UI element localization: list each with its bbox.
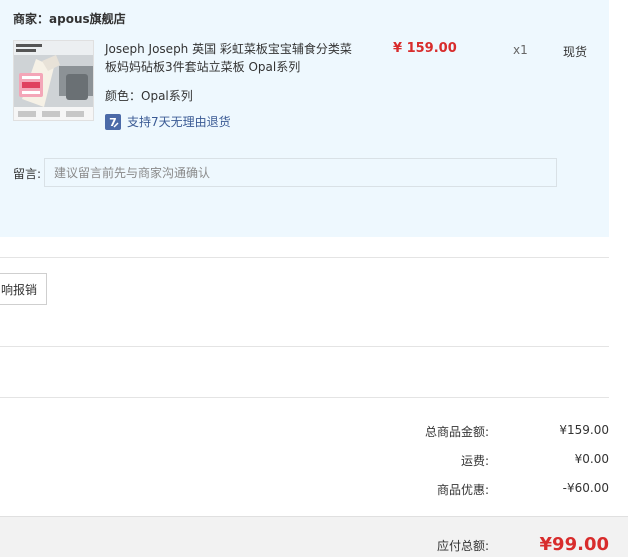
return-policy-text[interactable]: 支持7天无理由退货 xyxy=(127,113,231,130)
seven-day-return-icon: 7 xyxy=(105,113,121,130)
message-label: 留言: xyxy=(13,167,42,181)
product-photo-icon xyxy=(14,41,93,120)
shipping-label: 运费: xyxy=(460,454,489,468)
section-divider xyxy=(0,397,609,398)
return-policy[interactable]: 7 支持7天无理由退货 xyxy=(105,113,231,130)
product-thumbnail[interactable] xyxy=(13,40,94,121)
merchant-value[interactable]: apous旗舰店 xyxy=(49,12,126,26)
payable-row: 应付总额: ¥99.00 xyxy=(369,534,609,555)
payable-total-bar: 应付总额: ¥99.00 xyxy=(0,516,628,557)
goods-total-value: ¥159.00 xyxy=(559,423,609,437)
shipping-row: 运费: ¥0.00 xyxy=(369,452,609,470)
payable-label: 应付总额: xyxy=(436,539,489,553)
discount-row: 商品优惠: -¥60.00 xyxy=(369,481,609,499)
goods-total-label: 总商品金额: xyxy=(424,425,489,439)
shop-order-block: 商家：apous旗舰店 Joseph Joseph 英国 彩虹菜板宝宝辅食分类菜… xyxy=(0,0,609,237)
section-divider xyxy=(0,346,609,347)
seven-day-return-glyph: 7 xyxy=(109,116,117,129)
product-color: 颜色：Opal系列 xyxy=(105,87,193,104)
merchant-name[interactable]: 商家：apous旗舰店 xyxy=(13,10,126,27)
product-title-link[interactable]: Joseph Joseph 英国 彩虹菜板宝宝辅食分类菜板妈妈砧板3件套站立菜板… xyxy=(105,40,355,76)
discount-value: -¥60.00 xyxy=(562,481,609,495)
shipping-value: ¥0.00 xyxy=(574,452,609,466)
section-divider xyxy=(0,257,609,258)
stock-status: 现货 xyxy=(563,45,588,59)
product-price: ¥ 159.00 xyxy=(393,41,457,56)
merchant-label: 商家： xyxy=(13,12,50,26)
product-quantity: x1 xyxy=(513,43,528,57)
message-input[interactable] xyxy=(44,158,557,187)
payable-value: ¥99.00 xyxy=(539,534,609,555)
discount-label: 商品优惠: xyxy=(436,483,489,497)
goods-total-row: 总商品金额: ¥159.00 xyxy=(369,423,609,441)
invoice-button[interactable]: 响报销 xyxy=(0,273,47,305)
color-label: 颜色： xyxy=(105,89,142,103)
color-value: Opal系列 xyxy=(141,89,193,103)
